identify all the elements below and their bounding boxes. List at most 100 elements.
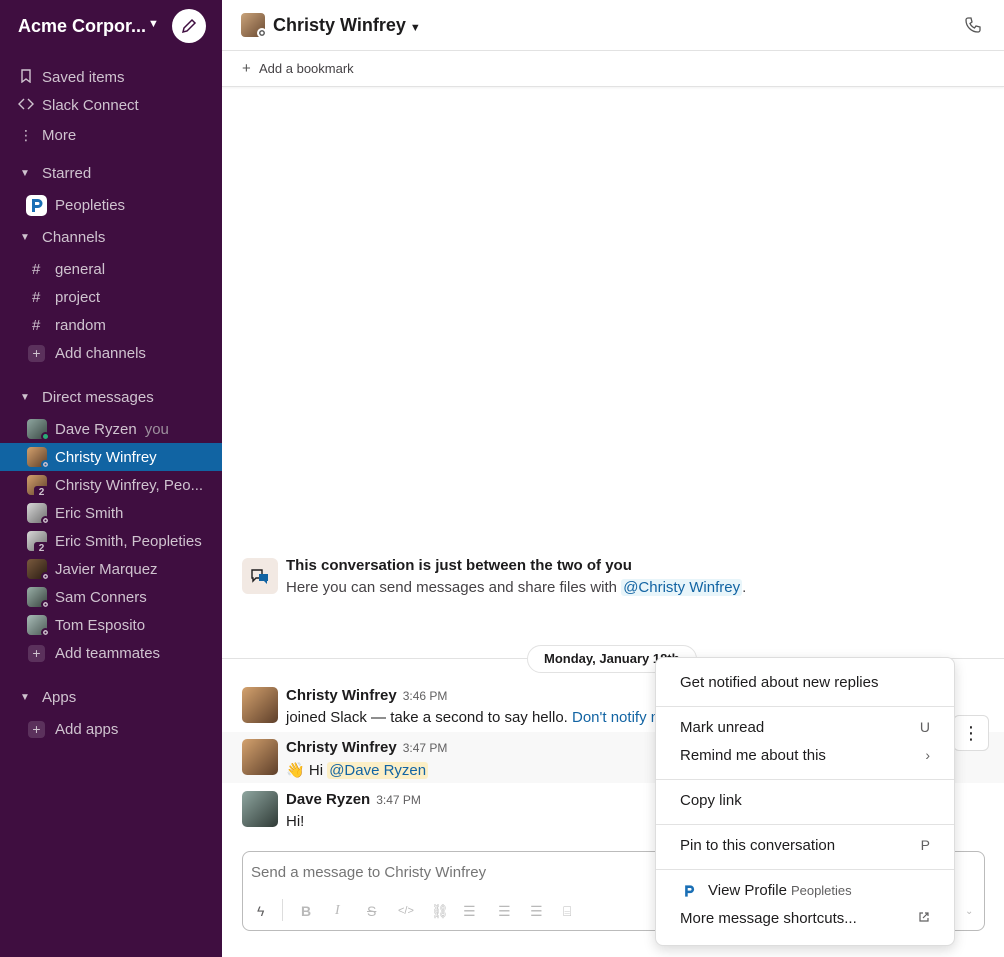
sidebar-item-label: Saved items (42, 68, 125, 86)
sidebar-item-more[interactable]: ⋮ More (0, 121, 222, 149)
workspace-name[interactable]: Acme Corpor... (18, 16, 146, 37)
message-input[interactable] (251, 864, 651, 881)
sidebar-item-label: Slack Connect (42, 96, 139, 114)
phone-call-button[interactable] (964, 16, 982, 34)
message-text: 👋 Hi @Dave Ryzen (286, 762, 429, 779)
menu-item-view-profile[interactable]: View Profile Peopleties (656, 877, 954, 905)
shortcut-key: P (920, 837, 930, 853)
section-apps[interactable]: ▼ Apps (0, 683, 222, 711)
menu-item-mark-unread[interactable]: Mark unread U (656, 714, 954, 742)
slack-connect-icon (18, 97, 34, 113)
sidebar: Acme Corpor... ▼ Saved items Slack Conne… (0, 0, 222, 957)
more-actions-button[interactable]: ⋮ (953, 715, 989, 751)
sidebar-item-javier-marquez[interactable]: Javier Marquez (0, 555, 222, 583)
sidebar-item-christy-winfrey[interactable]: Christy Winfrey (0, 443, 222, 471)
sidebar-item-group-dm-eric[interactable]: 2 Eric Smith, Peopleties (0, 527, 222, 555)
ordered-list-icon[interactable]: ☰ (463, 903, 476, 920)
caret-down-icon[interactable]: ▼ (20, 232, 30, 243)
online-status-icon (41, 432, 50, 441)
message-author[interactable]: Christy Winfrey 3:47 PM (286, 739, 447, 756)
plus-icon[interactable]: + (242, 60, 251, 77)
message-text: Hi! (286, 813, 305, 830)
shortcuts-lightning-icon[interactable]: ϟ (257, 903, 264, 919)
compose-button[interactable] (172, 9, 206, 43)
menu-item-more-shortcuts[interactable]: More message shortcuts... (656, 905, 954, 933)
user-mention[interactable]: @Christy Winfrey (621, 579, 743, 596)
toolbar-divider (282, 899, 283, 921)
sidebar-item-slack-connect[interactable]: Slack Connect (0, 91, 222, 119)
chevron-down-icon[interactable]: ▼ (148, 18, 159, 30)
section-label: Apps (42, 688, 77, 706)
dm-label: Sam Conners (55, 588, 147, 606)
chevron-down-icon[interactable]: ⌄ (965, 906, 973, 917)
add-channels-label: Add channels (55, 344, 146, 362)
sidebar-item-general[interactable]: # general (0, 255, 222, 283)
user-mention[interactable]: @Dave Ryzen (327, 762, 429, 779)
bold-icon[interactable]: B (301, 903, 311, 919)
sidebar-item-random[interactable]: # random (0, 311, 222, 339)
sidebar-item-group-dm-christy[interactable]: 2 Christy Winfrey, Peo... (0, 471, 222, 499)
bookmark-bar: + Add a bookmark (222, 51, 1004, 87)
menu-item-pin[interactable]: Pin to this conversation P (656, 832, 954, 860)
sidebar-item-dave-ryzen[interactable]: Dave Ryzen you (0, 415, 222, 443)
message-timestamp[interactable]: 3:47 PM (403, 741, 448, 755)
away-status-icon (41, 572, 50, 581)
blockquote-icon[interactable]: ☰ (530, 903, 543, 920)
workspace-header[interactable]: Acme Corpor... ▼ (0, 0, 222, 52)
message-author[interactable]: Dave Ryzen 3:47 PM (286, 791, 421, 808)
sidebar-item-peopleties[interactable]: Peopleties (0, 191, 222, 219)
code-block-icon[interactable]: ⌸ (563, 903, 571, 920)
conversation-intro-icon (242, 558, 278, 594)
away-status-icon (257, 28, 267, 38)
message-timestamp[interactable]: 3:46 PM (403, 689, 448, 703)
avatar[interactable] (242, 739, 278, 775)
message-timestamp[interactable]: 3:47 PM (376, 793, 421, 807)
more-vertical-icon: ⋮ (962, 722, 980, 743)
channel-label: random (55, 316, 106, 334)
link-icon[interactable]: ⛓ (431, 903, 449, 920)
chevron-down-icon[interactable]: ▼ (410, 22, 421, 34)
dont-notify-link[interactable]: Don't notify m (572, 709, 663, 726)
dm-label: Javier Marquez (55, 560, 158, 578)
sidebar-item-project[interactable]: # project (0, 283, 222, 311)
conversation-title[interactable]: Christy Winfrey ▼ (273, 15, 421, 36)
caret-down-icon[interactable]: ▼ (20, 168, 30, 179)
chevron-right-icon: › (925, 747, 930, 763)
section-channels[interactable]: ▼ Channels (0, 223, 222, 251)
code-icon[interactable]: </> (398, 905, 414, 917)
compose-icon (181, 18, 197, 34)
sidebar-item-label: More (42, 126, 77, 144)
add-channels-button[interactable]: + Add channels (0, 339, 222, 367)
message-author[interactable]: Christy Winfrey 3:46 PM (286, 687, 447, 704)
message-context-menu: Get notified about new replies Mark unre… (655, 657, 955, 946)
external-link-icon (918, 910, 930, 926)
add-bookmark-button[interactable]: Add a bookmark (259, 61, 354, 76)
sidebar-item-label: Peopleties (55, 196, 126, 214)
section-label: Channels (42, 228, 106, 246)
section-direct-messages[interactable]: ▼ Direct messages (0, 383, 222, 411)
sidebar-item-eric-smith[interactable]: Eric Smith (0, 499, 222, 527)
sidebar-item-tom-esposito[interactable]: Tom Esposito (0, 611, 222, 639)
sidebar-item-saved-items[interactable]: Saved items (0, 63, 222, 91)
menu-item-get-notified[interactable]: Get notified about new replies (656, 669, 954, 697)
add-apps-button[interactable]: + Add apps (0, 715, 222, 743)
member-count-badge: 2 (34, 542, 49, 555)
bulleted-list-icon[interactable]: ☰ (498, 903, 511, 920)
channel-label: general (55, 260, 106, 278)
caret-down-icon[interactable]: ▼ (20, 392, 30, 403)
add-teammates-button[interactable]: + Add teammates (0, 639, 222, 667)
italic-icon[interactable]: I (335, 903, 340, 919)
avatar[interactable] (242, 791, 278, 827)
sidebar-item-sam-conners[interactable]: Sam Conners (0, 583, 222, 611)
conversation-intro-text: Here you can send messages and share fil… (286, 579, 747, 596)
peopleties-logo-icon (680, 882, 698, 900)
strikethrough-icon[interactable]: S (367, 903, 376, 919)
menu-item-copy-link[interactable]: Copy link (656, 787, 954, 815)
caret-down-icon[interactable]: ▼ (20, 692, 30, 703)
section-starred[interactable]: ▼ Starred (0, 159, 222, 187)
member-count-badge: 2 (34, 486, 49, 499)
menu-item-remind-me[interactable]: Remind me about this › (656, 742, 954, 770)
bookmark-icon (18, 68, 34, 86)
avatar[interactable] (242, 687, 278, 723)
plus-icon: + (28, 720, 45, 738)
